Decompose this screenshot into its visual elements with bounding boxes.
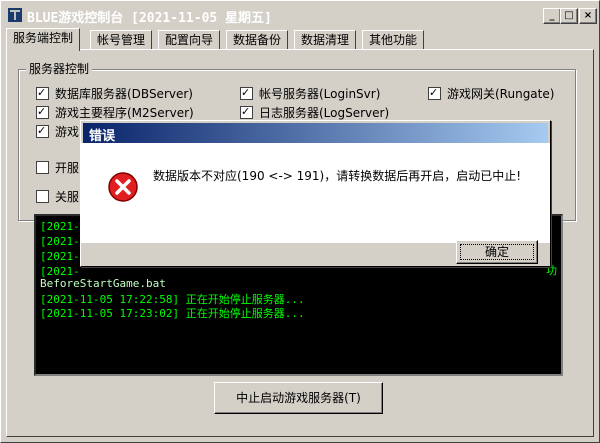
check-icon [36,123,49,139]
error-dialog: 错误 数据版本不对应(190 <-> 191)，请转换数据后再开启，启动已中止!… [80,120,551,267]
close-button[interactable]: × [579,8,597,24]
log-line: [2021-11-05 17:23:02] 正在开始停止服务器... [40,307,305,320]
tab-data-cleanup[interactable]: 数据清理 [294,30,357,50]
log-line: BeforeStartGame.bat [40,277,166,290]
log-line: [2021- [40,235,80,248]
window-title: BLUE游戏控制台 [2021-11-05 星期五] [27,11,272,26]
check-icon [428,85,441,101]
checkbox-rungate[interactable]: 游戏网关(Rungate) [428,85,554,102]
title-bar: BLUE游戏控制台 [2021-11-05 星期五] _ □ × [3,3,597,27]
checkbox-logserver[interactable]: 日志服务器(LogServer) [240,104,389,121]
check-icon [240,104,253,120]
group-label: 服务器控制 [26,60,93,77]
checkbox-dbserver[interactable]: 数据库服务器(DBServer) [36,85,193,102]
app-icon [8,8,22,22]
minimize-button[interactable]: _ [543,8,561,24]
checkbox-close-server[interactable]: 关服 [36,189,79,205]
check-icon [36,104,49,120]
check-icon [240,85,253,101]
tab-account-management[interactable]: 帐号管理 [90,30,153,50]
log-line: [2021- [40,250,80,263]
dialog-body [81,143,550,243]
dialog-message: 数据版本不对应(190 <-> 191)，请转换数据后再开启，启动已中止! [153,169,522,183]
checkbox-game[interactable]: 游戏 [36,123,79,140]
check-icon [36,85,49,101]
tab-data-backup[interactable]: 数据备份 [226,30,289,50]
error-icon [108,172,138,202]
dialog-title-bar: 错误 [83,123,548,144]
tab-server-control[interactable]: 服务端控制 [6,28,81,51]
ok-button[interactable]: 确定 [456,240,538,264]
dialog-title: 错误 [89,129,116,144]
maximize-button[interactable]: □ [560,8,578,24]
tab-other-functions[interactable]: 其他功能 [362,30,425,50]
checkbox-open-server[interactable]: 开服 [36,160,79,176]
checkbox-m2server[interactable]: 游戏主要程序(M2Server) [36,104,194,121]
log-line: [2021- [40,220,80,233]
tab-config-wizard[interactable]: 配置向导 [158,30,221,50]
stop-start-server-button[interactable]: 中止启动游戏服务器(T) [214,382,383,414]
checkbox-loginsvr[interactable]: 帐号服务器(LoginSvr) [240,85,380,102]
